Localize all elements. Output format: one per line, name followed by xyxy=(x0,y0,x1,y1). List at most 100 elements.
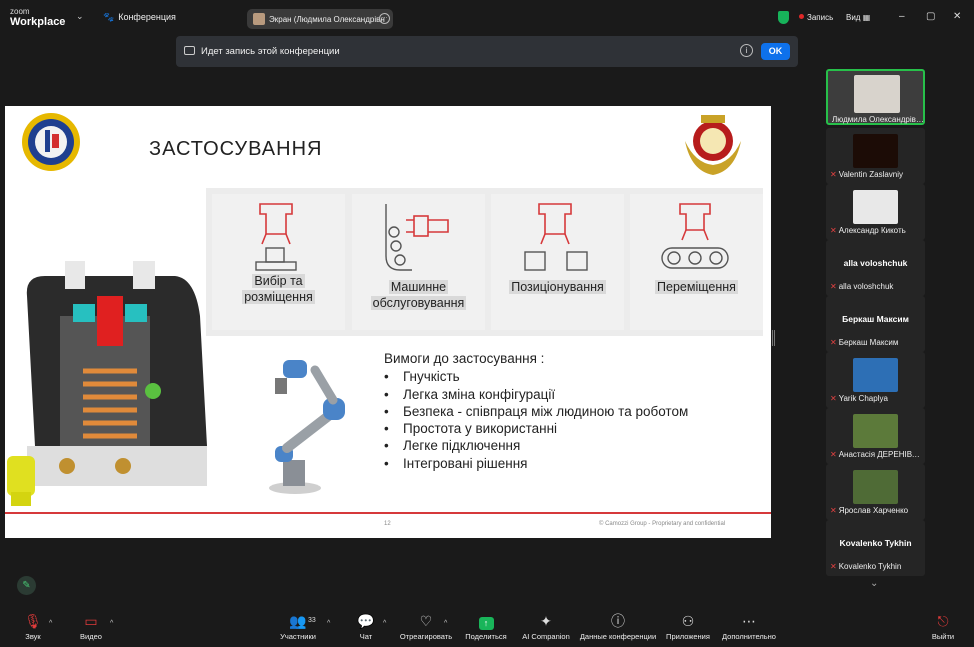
requirements-title: Вимоги до застосування : xyxy=(384,351,545,366)
participant-name: ✕ Ярослав Харченко xyxy=(830,506,922,515)
info-icon[interactable]: i xyxy=(740,44,753,57)
participant-tile[interactable]: Беркаш Максим ✕ Беркаш Максим xyxy=(826,296,925,352)
record-dot-icon xyxy=(799,14,804,19)
maximize-button[interactable]: ▢ xyxy=(926,11,935,22)
panel-resize-handle[interactable] xyxy=(772,330,775,346)
ok-button[interactable]: OK xyxy=(761,43,790,60)
sparkle-icon: ✦ xyxy=(540,613,552,629)
audio-caret-icon[interactable]: ^ xyxy=(49,620,52,627)
record-label: Запись xyxy=(807,13,834,22)
screen-share-pill[interactable]: Экран (Людмила Олександрівн ··· xyxy=(247,9,393,29)
slide-footer-line xyxy=(5,512,771,514)
chevron-down-icon[interactable]: ⌄ xyxy=(76,11,84,22)
participant-name-text: Ярослав Харченко xyxy=(838,506,909,515)
more-dots-icon: ⋯ xyxy=(742,613,756,629)
react-caret-icon[interactable]: ^ xyxy=(444,620,447,627)
participant-name-text: Беркаш Максим xyxy=(838,338,899,347)
participant-big-name: Беркаш Максим xyxy=(842,314,909,324)
conveyor-icon xyxy=(661,203,729,269)
participant-tile[interactable]: ✕ Анастасія ДЕРЕНІВСЬ... xyxy=(826,408,925,464)
share-button[interactable]: ↑ Поделиться xyxy=(464,611,508,641)
pencil-icon[interactable]: ✎ xyxy=(17,576,36,595)
conference-menu[interactable]: 🐾 Конференция xyxy=(103,12,176,23)
more-label: Дополнительно xyxy=(722,632,776,641)
screen-share-label: Экран (Людмила Олександрівн xyxy=(269,15,385,24)
exit-icon: ⎋ xyxy=(937,613,949,629)
chat-button[interactable]: 💬 Чат xyxy=(355,611,377,641)
minimize-button[interactable]: – xyxy=(899,11,905,22)
machine-cutaway-image xyxy=(7,261,208,506)
ai-label: AI Companion xyxy=(522,632,570,641)
cell-label-line2: розміщення xyxy=(242,290,315,304)
shield-icon[interactable] xyxy=(778,11,789,24)
requirement-item: Інтегровані рішення xyxy=(384,455,688,472)
mic-muted-icon: ✕ xyxy=(830,282,837,291)
meeting-info-button[interactable]: ⓘ Данные конференции xyxy=(578,611,658,641)
application-cell-pick-place: Вибір та розміщення xyxy=(212,194,345,330)
info-circle-icon: ⓘ xyxy=(611,613,625,629)
close-button[interactable]: ✕ xyxy=(953,11,961,22)
title-bar: zoom Workplace ⌄ 🐾 Конференция Экран (Люд… xyxy=(0,0,974,36)
cell-label-line2: обслуговування xyxy=(370,296,467,310)
participant-big-name: alla voloshchuk xyxy=(843,258,908,268)
participants-count: 33 xyxy=(308,617,316,624)
positioning-icon xyxy=(524,203,588,271)
participants-button[interactable]: 👥 Участники xyxy=(278,611,318,641)
participant-tile[interactable]: Людмила Олександрівн... xyxy=(826,69,925,125)
participant-name-text: Yarik Chaplya xyxy=(838,394,888,403)
more-button[interactable]: ⋯ Дополнительно xyxy=(718,611,780,641)
requirements-block: Вимоги до застосування : Гнучкість Легка… xyxy=(384,350,688,472)
participant-name-text: Анастасія ДЕРЕНІВСЬ... xyxy=(838,450,922,459)
video-button[interactable]: ▭ Видео xyxy=(76,611,106,641)
view-menu[interactable]: Вид ▦ xyxy=(846,13,870,22)
scroll-down-chevron-icon[interactable]: ⌄ xyxy=(870,578,878,589)
audio-label: Звук xyxy=(25,632,41,641)
participant-name: Людмила Олександрівн... xyxy=(832,115,924,124)
grid-icon: ▦ xyxy=(862,13,871,22)
recording-indicator[interactable]: Запись xyxy=(799,13,833,22)
participant-tile[interactable]: ✕ Александр Кикоть xyxy=(826,184,925,240)
cell-label-line1: Машинне xyxy=(388,280,449,294)
participant-name: ✕ Yarik Chaplya xyxy=(830,394,922,403)
participant-tile[interactable]: ✕ Yarik Chaplya xyxy=(826,352,925,408)
participants-label: Участники xyxy=(280,632,316,641)
participant-video xyxy=(854,75,900,113)
university-emblem-right xyxy=(685,115,741,175)
application-cell-moving: Переміщення xyxy=(630,194,763,330)
participant-name: ✕ Беркаш Максим xyxy=(830,338,922,347)
requirement-item: Простота у використанні xyxy=(384,420,688,437)
info-label: Данные конференции xyxy=(579,632,657,641)
chat-caret-icon[interactable]: ^ xyxy=(383,620,386,627)
slide-page-number: 12 xyxy=(384,521,391,527)
application-types-panel: Вибір та розміщення Машинне обслуговуван… xyxy=(206,188,763,336)
video-caret-icon[interactable]: ^ xyxy=(110,620,113,627)
participants-caret-icon[interactable]: ^ xyxy=(327,620,330,627)
leave-button[interactable]: ⎋ Выйти xyxy=(928,611,958,641)
participant-avatar xyxy=(853,190,898,224)
mic-muted-icon: ✕ xyxy=(830,170,837,179)
participant-name-text: alla voloshchuk xyxy=(838,282,894,291)
cell-label-line1: Вибір та xyxy=(252,274,305,288)
participant-tile[interactable]: ✕ Ярослав Харченко xyxy=(826,464,925,520)
apps-button[interactable]: ⚇ Приложения xyxy=(664,611,712,641)
logo-bottom-text: Workplace xyxy=(10,16,66,28)
share-label: Поделиться xyxy=(465,632,507,641)
pick-place-icon xyxy=(255,203,297,271)
share-up-icon: ↑ xyxy=(464,611,508,631)
cell-label-line1: Переміщення xyxy=(655,280,738,294)
participant-tile[interactable]: ✕ Valentin Zaslavniy xyxy=(826,128,925,184)
zoom-logo: zoom Workplace xyxy=(10,7,66,28)
mic-muted-icon: ✕ xyxy=(830,338,837,347)
application-cell-machine-tending: Машинне обслуговування xyxy=(352,194,485,330)
ai-companion-button[interactable]: ✦ AI Companion xyxy=(520,611,572,641)
participant-name: ✕ Kovalenko Tykhin xyxy=(830,562,922,571)
participant-name: ✕ alla voloshchuk xyxy=(830,282,922,291)
cobot-arm-image xyxy=(269,360,345,494)
more-options-icon[interactable]: ··· xyxy=(379,13,390,24)
audio-button[interactable]: 🎙 Звук xyxy=(20,611,46,641)
chat-label: Чат xyxy=(359,632,373,641)
recording-banner: Идет запись этой конференции i OK xyxy=(176,36,798,67)
participant-tile[interactable]: alla voloshchuk ✕ alla voloshchuk xyxy=(826,240,925,296)
participant-tile[interactable]: Kovalenko Tykhin ✕ Kovalenko Tykhin xyxy=(826,520,925,576)
university-emblem-left xyxy=(22,113,80,171)
